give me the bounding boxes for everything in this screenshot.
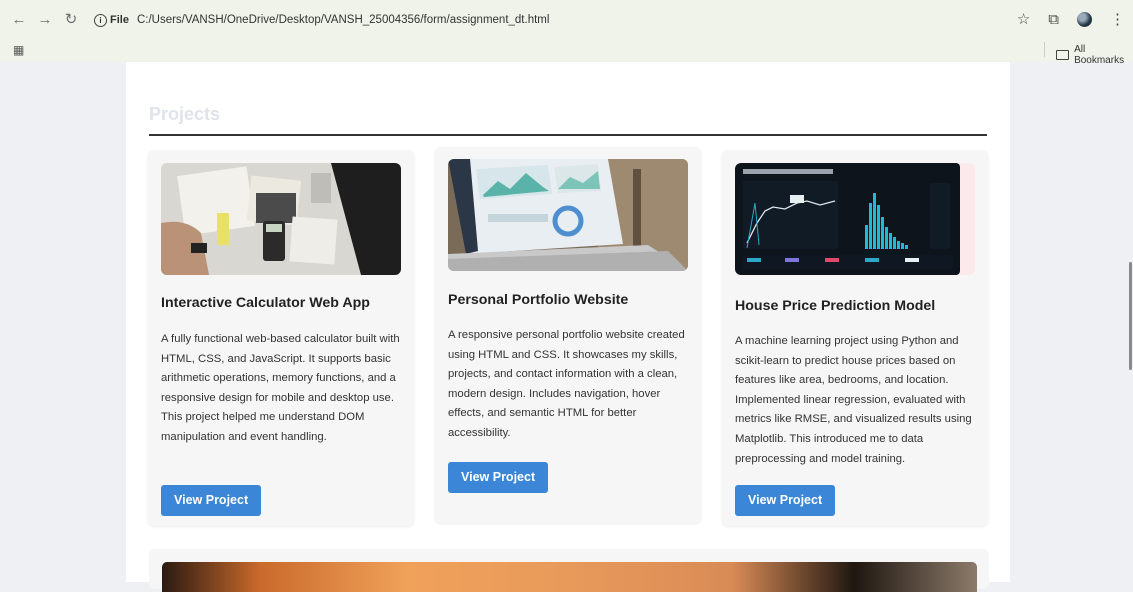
view-project-button-portfolio[interactable]: View Project — [448, 462, 549, 493]
project-title: House Price Prediction Model — [735, 298, 936, 314]
project-title: Interactive Calculator Web App — [161, 295, 370, 311]
bookmark-star-icon[interactable]: ☆ — [1017, 10, 1030, 28]
page-scrollbar[interactable] — [1129, 262, 1132, 370]
all-bookmarks-button[interactable]: All Bookmarks — [1056, 44, 1133, 66]
view-project-button-house-price[interactable]: View Project — [735, 485, 836, 516]
next-section-card — [149, 549, 989, 592]
project-description: A fully functional web-based calculator … — [161, 333, 400, 443]
forward-icon[interactable]: → — [32, 11, 58, 28]
apps-grid-icon[interactable]: ▦ — [13, 43, 24, 57]
address-bar[interactable]: i File C:/Users/VANSH/OneDrive/Desktop/V… — [94, 8, 1004, 32]
project-description: A machine learning project using Python … — [735, 335, 972, 465]
project-card-portfolio: Personal Portfolio Website A responsive … — [435, 147, 701, 523]
profile-avatar[interactable] — [1077, 11, 1092, 27]
url-text[interactable]: C:/Users/VANSH/OneDrive/Desktop/VANSH_25… — [137, 14, 549, 26]
reload-icon[interactable]: ↻ — [58, 10, 84, 28]
project-card-house-price: House Price Prediction Model A machine l… — [722, 150, 988, 526]
section-title: Projects — [149, 104, 221, 124]
info-icon: i — [94, 13, 107, 27]
site-info-chip[interactable]: i File — [94, 13, 129, 27]
browser-toolbar: ← → ↻ i File C:/Users/VANSH/OneDrive/Des… — [0, 0, 1133, 38]
project-thumbnail-portfolio — [448, 159, 688, 271]
bookmarks-divider — [1044, 42, 1045, 57]
bookmarks-bar: ▦ All Bookmarks — [0, 38, 1133, 66]
folder-icon — [1056, 50, 1070, 60]
extensions-icon[interactable]: ⧉ — [1048, 11, 1059, 28]
section-divider — [149, 134, 987, 136]
next-section-image — [162, 562, 977, 592]
project-card-calculator: Interactive Calculator Web App A fully f… — [148, 150, 414, 526]
project-description: A responsive personal portfolio website … — [448, 329, 685, 439]
view-project-button-calculator[interactable]: View Project — [161, 485, 262, 516]
page-content: Projects Interactive Calculator Web App … — [126, 62, 1010, 592]
menu-kebab-icon[interactable]: ⋮ — [1110, 10, 1125, 28]
back-icon[interactable]: ← — [6, 11, 32, 28]
all-bookmarks-label: All Bookmarks — [1074, 44, 1125, 66]
project-title: Personal Portfolio Website — [448, 292, 629, 308]
project-thumbnail-calculator — [161, 163, 401, 275]
project-thumbnail-house-price — [735, 163, 975, 275]
file-label: File — [110, 14, 129, 26]
